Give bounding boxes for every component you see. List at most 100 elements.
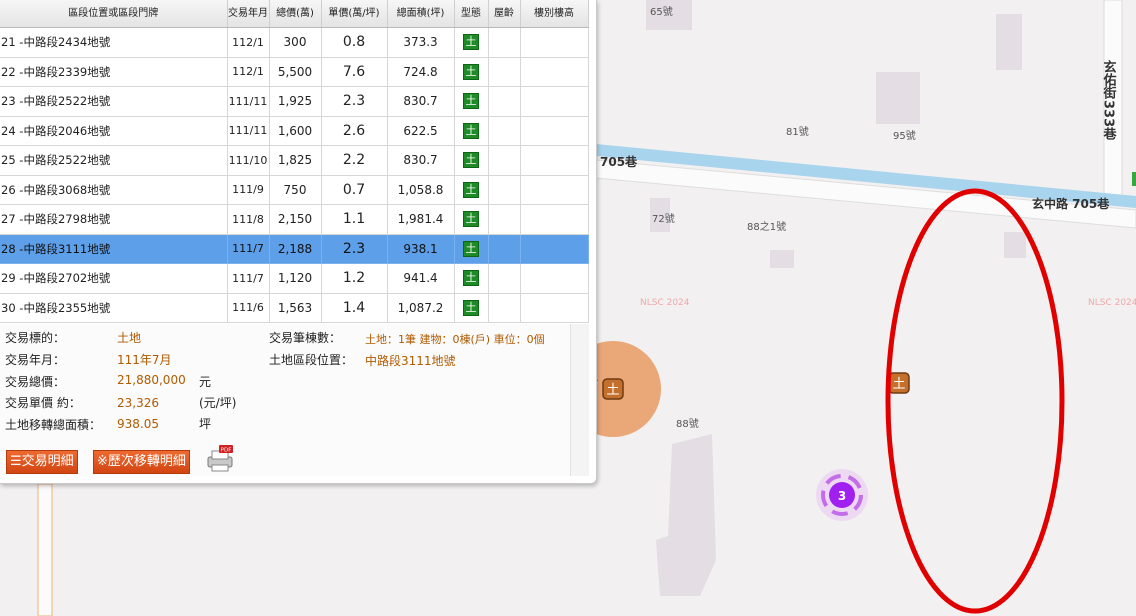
detail-scrollbar[interactable]: [570, 324, 589, 476]
cell-age: [488, 57, 521, 87]
print-pdf-button[interactable]: PDF: [205, 445, 235, 473]
land-type-icon[interactable]: 土: [463, 270, 479, 287]
cell-date: 111/6: [227, 293, 270, 323]
cell-total: 5,500: [269, 57, 322, 87]
road-label: 705巷: [600, 154, 638, 169]
row-address: -中路段2702地號: [19, 271, 111, 286]
table-row[interactable]: 25 -中路段2522地號 111/10 1,825 2.2 830.7 土: [0, 145, 589, 176]
cell-type: 土: [454, 57, 489, 87]
cell-age: [488, 175, 521, 205]
table-row[interactable]: 26 -中路段3068地號 111/9 750 0.7 1,058.8 土: [0, 175, 589, 205]
row-number: 22: [1, 64, 16, 79]
cell-type: 土: [454, 175, 489, 205]
building: [1004, 232, 1026, 258]
col-header-floor[interactable]: 樓別樓高: [520, 0, 589, 28]
cell-total: 750: [269, 175, 322, 205]
cell-location: 30 -中路段2355地號: [0, 293, 228, 323]
land-type-icon[interactable]: 土: [463, 122, 479, 139]
cell-unit-price: 0.8: [321, 27, 388, 58]
table-row[interactable]: 24 -中路段2046地號 111/11 1,600 2.6 622.5 土: [0, 116, 589, 146]
cell-location: 26 -中路段3068地號: [0, 175, 228, 205]
cell-unit-price: 2.2: [321, 145, 388, 176]
detail-unit-unit: (元/坪): [199, 396, 237, 410]
cell-unit-price: 2.3: [321, 86, 388, 117]
parcel-label: 81號: [786, 125, 809, 138]
cell-total: 2,188: [269, 234, 322, 264]
land-type-icon[interactable]: 土: [463, 299, 479, 316]
table-row[interactable]: 27 -中路段2798地號 111/8 2,150 1.1 1,981.4 土: [0, 204, 589, 235]
cell-date: 111/9: [227, 175, 270, 205]
transfer-history-button[interactable]: ※歷次移轉明細: [93, 450, 190, 474]
land-type-icon[interactable]: 土: [463, 152, 479, 169]
cell-age: [488, 263, 521, 294]
detail-label-unit: 交易單價 約：: [5, 396, 81, 410]
col-header-area[interactable]: 總面積(坪): [387, 0, 455, 28]
cell-location: 29 -中路段2702地號: [0, 263, 228, 294]
col-header-unit-price[interactable]: 單價(萬/坪): [321, 0, 388, 28]
parcel-label: 65號: [650, 5, 673, 18]
detail-unit-total: 元: [199, 375, 212, 389]
col-header-date[interactable]: 交易年月: [227, 0, 270, 28]
table-row[interactable]: 28 -中路段3111地號 111/7 2,188 2.3 938.1 土: [0, 234, 589, 264]
cell-age: [488, 204, 521, 235]
row-address: -中路段2355地號: [19, 300, 111, 315]
row-number: 21: [1, 35, 16, 50]
land-type-icon[interactable]: 土: [463, 211, 479, 228]
row-number: 30: [1, 300, 16, 315]
detail-section: 交易標的： 土地 交易年月： 111年7月 交易總價： 21,880,000 元…: [0, 324, 570, 476]
land-marker-glyph: 土: [606, 383, 619, 398]
table-row[interactable]: 22 -中路段2339地號 112/1 5,500 7.6 724.8 土: [0, 57, 589, 87]
cell-floor: [520, 293, 589, 323]
cell-unit-price: 1.4: [321, 293, 388, 323]
row-number: 27: [1, 212, 16, 227]
detail-value-location: 中路段3111地號: [365, 354, 456, 368]
row-address: -中路段3068地號: [19, 182, 111, 197]
col-header-location[interactable]: 區段位置或區段門牌: [0, 0, 228, 28]
cell-unit-price: 2.3: [321, 234, 388, 264]
row-number: 29: [1, 271, 16, 286]
cell-date: 111/7: [227, 234, 270, 264]
cell-area: 830.7: [387, 86, 455, 117]
col-header-type[interactable]: 型態: [454, 0, 489, 28]
col-header-age[interactable]: 屋齡: [488, 0, 521, 28]
cell-date: 111/11: [227, 116, 270, 146]
cell-unit-price: 1.1: [321, 204, 388, 235]
table-row[interactable]: 29 -中路段2702地號 111/7 1,120 1.2 941.4 土: [0, 263, 589, 294]
cell-location: 24 -中路段2046地號: [0, 116, 228, 146]
cell-unit-price: 1.2: [321, 263, 388, 294]
cell-total: 300: [269, 27, 322, 58]
cell-type: 土: [454, 204, 489, 235]
cell-total: 2,150: [269, 204, 322, 235]
table-row[interactable]: 30 -中路段2355地號 111/6 1,563 1.4 1,087.2 土: [0, 293, 589, 323]
table-header-row: 區段位置或區段門牌 交易年月 總價(萬) 單價(萬/坪) 總面積(坪) 型態 屋…: [0, 0, 589, 28]
table-body: 21 -中路段2434地號 112/1 300 0.8 373.3 土 22 -中路段233…: [0, 27, 589, 323]
land-type-icon[interactable]: 土: [463, 93, 479, 110]
table-row[interactable]: 23 -中路段2522地號 111/11 1,925 2.3 830.7 土: [0, 86, 589, 117]
parcel-label: 95號: [893, 129, 916, 142]
row-number: 26: [1, 182, 16, 197]
table-row[interactable]: 21 -中路段2434地號 112/1 300 0.8 373.3 土: [0, 27, 589, 58]
land-type-icon[interactable]: 土: [463, 240, 479, 257]
cell-unit-price: 2.6: [321, 116, 388, 146]
detail-unit-area: 坪: [199, 417, 212, 431]
cell-age: [488, 234, 521, 264]
cell-area: 941.4: [387, 263, 455, 294]
col-header-total[interactable]: 總價(萬): [269, 0, 322, 28]
row-address: -中路段2339地號: [19, 64, 111, 79]
parcel-label: 72號: [652, 212, 675, 225]
land-type-icon[interactable]: 土: [463, 63, 479, 80]
row-address: -中路段2434地號: [19, 35, 111, 50]
parcel-label: 88號: [676, 417, 699, 430]
cell-date: 111/8: [227, 204, 270, 235]
cell-area: 938.1: [387, 234, 455, 264]
land-type-icon[interactable]: 土: [463, 34, 479, 51]
cell-location: 27 -中路段2798地號: [0, 204, 228, 235]
transaction-detail-button[interactable]: ☰交易明細: [6, 450, 78, 474]
cell-location: 23 -中路段2522地號: [0, 86, 228, 117]
detail-label-area: 土地移轉總面積：: [5, 418, 102, 432]
detail-label-total: 交易總價：: [5, 375, 66, 389]
cell-age: [488, 27, 521, 58]
pdf-badge: PDF: [221, 448, 232, 454]
cell-floor: [520, 204, 589, 235]
land-type-icon[interactable]: 土: [463, 181, 479, 198]
